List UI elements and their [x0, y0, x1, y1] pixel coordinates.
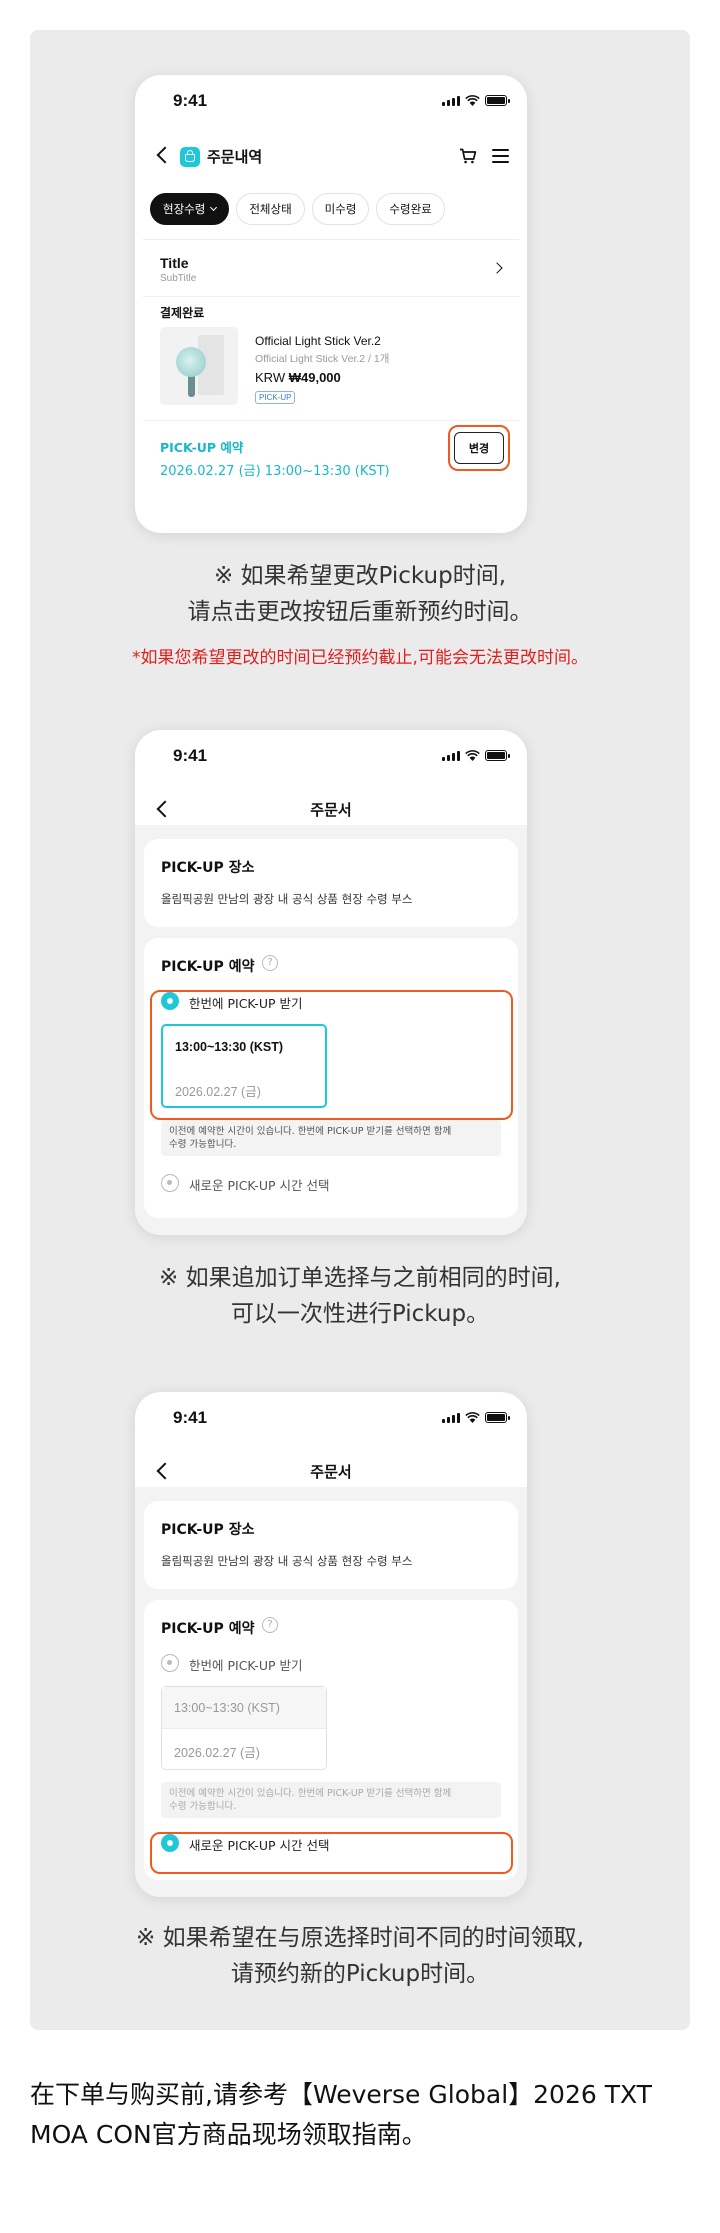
caption-2: ※ 如果追加订单选择与之前相同的时间, 可以一次性进行Pickup。 [159, 1265, 561, 1327]
option-new-label: 새로운 PICK-UP 시간 선택 [189, 1178, 330, 1193]
chip-all-status[interactable]: 전체상태 [236, 193, 305, 225]
wifi-icon [465, 750, 480, 761]
pickup-location-card: PICK-UP 장소 올림픽공원 만남의 광장 내 공식 상품 현장 수령 부스 [144, 839, 518, 927]
chevron-down-icon [210, 203, 218, 212]
status-time: 9:41 [173, 1408, 208, 1427]
chip-received[interactable]: 수령완료 [376, 193, 445, 225]
phone-order-form-new-time: 9:41 주문서 PICK-UP 장소 올림픽공원 만남의 광장 내 공식 상품… [135, 1392, 527, 1897]
help-icon[interactable]: ? [262, 955, 278, 971]
status-bar: 9:41 [135, 75, 527, 125]
battery-icon [485, 1412, 510, 1423]
radio-once[interactable] [161, 1654, 179, 1672]
status-time: 9:41 [173, 746, 208, 765]
location-text: 올림픽공원 만남의 광장 내 공식 상품 현장 수령 부스 [161, 892, 413, 906]
previous-reservation-note: 이전에 예약한 시간이 있습니다. 한번에 PICK-UP 받기를 선택하면 함… [161, 1782, 501, 1818]
divider [143, 296, 519, 297]
wifi-icon [465, 95, 480, 106]
product-price: KRW ₩49,000 [255, 370, 341, 385]
page-title: 주문내역 [207, 148, 263, 166]
wifi-icon [465, 1412, 480, 1423]
once-option-highlight [150, 990, 513, 1120]
location-text: 올림픽공원 만남의 광장 내 공식 상품 현장 수령 부스 [161, 1554, 413, 1568]
phone-order-form-same-time: 9:41 주문서 PICK-UP 장소 올림픽공원 만남의 광장 내 공식 상품… [135, 730, 527, 1235]
cart-icon[interactable] [459, 148, 477, 164]
page-title: 주문서 [310, 1463, 352, 1481]
caption-1: ※ 如果希望更改Pickup时间, 请点击更改按钮后重新预约时间。 [187, 563, 533, 625]
back-icon[interactable] [156, 146, 174, 164]
reservation-heading: PICK-UP 예약 [161, 1621, 255, 1637]
card-subtitle: SubTitle [160, 273, 197, 284]
reservation-heading: PICK-UP 예약 [161, 959, 255, 975]
status-indicators [442, 1412, 510, 1423]
caption-3: ※ 如果希望在与原选择时间不同的时间领取, 请预约新的Pickup时间。 [136, 1925, 584, 1987]
product-thumbnail [160, 327, 238, 405]
new-time-highlight [150, 1832, 513, 1874]
slot-time: 13:00~13:30 (KST) [174, 1701, 280, 1715]
shop-bag-icon [180, 147, 200, 167]
status-bar: 9:41 [135, 1392, 527, 1442]
card-title: Title [160, 255, 189, 271]
top-nav: 주문내역 [135, 130, 527, 180]
payment-status: 결제완료 [160, 306, 205, 320]
slot-date: 2026.02.27 (금) [174, 1746, 260, 1760]
menu-icon[interactable] [492, 149, 509, 163]
status-time: 9:41 [173, 91, 208, 110]
status-bar: 9:41 [135, 730, 527, 780]
status-indicators [442, 95, 510, 106]
filter-chips: 현장수령 전체상태 미수령 수령완료 [150, 193, 445, 225]
product-name: Official Light Stick Ver.2 [255, 334, 381, 348]
phone-order-history: 9:41 주문내역 현장수령 전체상태 미수령 수령완료 Title SubTi… [135, 75, 527, 533]
divider [143, 420, 519, 421]
previous-reservation-note: 이전에 예약한 시간이 있습니다. 한번에 PICK-UP 받기를 선택하면 함… [161, 1120, 501, 1156]
pickup-reservation: PICK-UP 예약 2026.02.27 (금) 13:00~13:30 (K… [160, 437, 390, 479]
change-button[interactable]: 변경 [454, 432, 504, 464]
battery-icon [485, 95, 510, 106]
location-heading: PICK-UP 장소 [161, 860, 255, 876]
product-option: Official Light Stick Ver.2 / 1개 [255, 353, 390, 365]
time-slot[interactable]: 13:00~13:30 (KST) 2026.02.27 (금) [161, 1686, 327, 1770]
cellular-icon [442, 1412, 460, 1423]
help-icon[interactable]: ? [262, 1617, 278, 1633]
battery-icon [485, 750, 510, 761]
warning-note: *如果您希望更改的时间已经预约截止,可能会无法更改时间。 [132, 648, 588, 668]
cellular-icon [442, 95, 460, 106]
status-indicators [442, 750, 510, 761]
chip-not-received[interactable]: 미수령 [311, 193, 370, 225]
location-heading: PICK-UP 장소 [161, 1522, 255, 1538]
page-title: 주문서 [310, 801, 352, 819]
radio-new-time[interactable] [161, 1174, 179, 1192]
option-once-label: 한번에 PICK-UP 받기 [189, 1658, 303, 1673]
pickup-tag: PICK-UP [255, 391, 296, 404]
footer-note: 在下单与购买前,请参考【Weverse Global】2026 TXT MOA … [30, 2080, 652, 2149]
order-card: Title SubTitle 결제완료 Official Light Stick… [143, 239, 519, 449]
chip-onsite-pickup[interactable]: 현장수령 [150, 193, 230, 225]
pickup-location-card: PICK-UP 장소 올림픽공원 만남의 광장 내 공식 상품 현장 수령 부스 [144, 1501, 518, 1589]
cellular-icon [442, 750, 460, 761]
chevron-right-icon[interactable] [491, 262, 503, 274]
pickup-datetime: 2026.02.27 (금) 13:00~13:30 (KST) [160, 464, 390, 479]
pickup-label: PICK-UP 예약 [160, 440, 244, 455]
